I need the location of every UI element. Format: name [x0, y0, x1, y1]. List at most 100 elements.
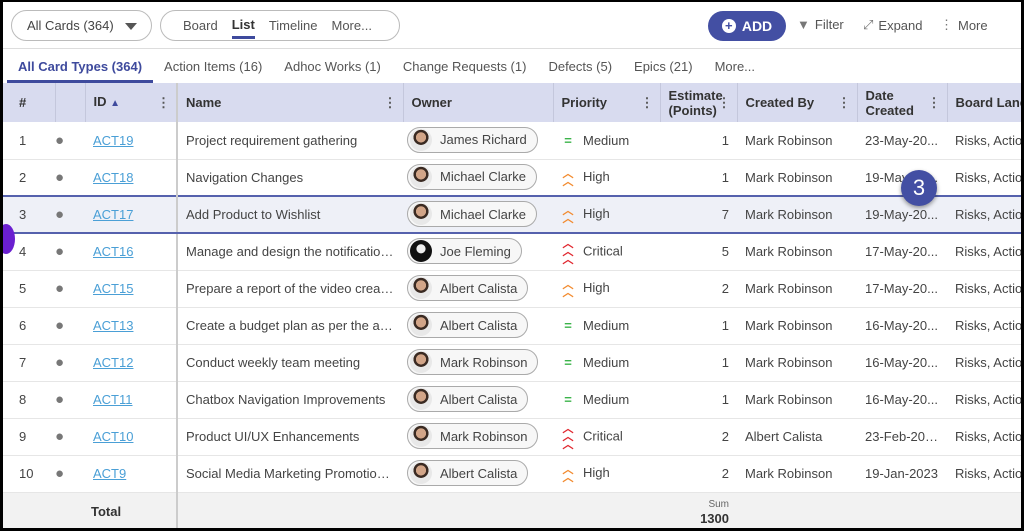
col-name[interactable]: Name ⋮	[177, 83, 404, 122]
card-type-icon: ●	[55, 455, 85, 493]
col-date-created[interactable]: Date Created ⋮	[857, 83, 948, 122]
tab-all-card-types[interactable]: All Card Types (364)	[7, 49, 154, 83]
priority-cell: = Medium	[553, 307, 660, 345]
priority-label: High	[583, 465, 610, 481]
priority-label: High	[583, 206, 610, 222]
card-id-link[interactable]: ACT16	[93, 244, 133, 259]
date-created: 16-May-20...	[857, 344, 947, 382]
col-type	[55, 83, 86, 122]
view-list[interactable]: List	[231, 13, 255, 39]
board-lane: Risks, Action	[947, 195, 1021, 234]
tab-epics[interactable]: Epics (21)	[623, 49, 704, 83]
table-row[interactable]: 10 ● ACT9 Social Media Marketing Promotiona…	[3, 455, 1021, 493]
row-number: 1	[3, 122, 55, 160]
col-owner[interactable]: Owner	[403, 83, 554, 122]
plus-icon: +	[721, 19, 736, 33]
col-estimate[interactable]: Estimate (Points) ⋮	[660, 83, 738, 122]
card-id-link[interactable]: ACT19	[93, 133, 133, 148]
owner-chip[interactable]: Albert Calista	[407, 460, 529, 486]
card-id-link[interactable]: ACT13	[93, 318, 133, 333]
col-board-lane[interactable]: Board Lane	[947, 83, 1021, 122]
col-num[interactable]: #	[3, 83, 56, 122]
priority-high-icon: ︿ ︿	[562, 463, 574, 484]
sum-label: Sum	[708, 498, 729, 510]
estimate: 5	[660, 233, 737, 271]
owner-name: Albert Calista	[440, 317, 518, 333]
column-menu-icon[interactable]: ⋮	[718, 95, 731, 110]
card-id-link[interactable]: ACT10	[93, 429, 133, 444]
owner-chip[interactable]: Albert Calista	[407, 312, 529, 338]
card-id-link[interactable]: ACT17	[93, 207, 133, 222]
priority-label: Medium	[583, 392, 630, 407]
tab-change-requests[interactable]: Change Requests (1)	[392, 49, 538, 83]
table-row[interactable]: 2 ● ACT18 Navigation Changes Michael Clarke ︿…	[3, 159, 1021, 197]
filter-button[interactable]: ▼ Filter	[797, 17, 844, 32]
owner-chip[interactable]: Michael Clarke	[407, 201, 537, 227]
card-id-link[interactable]: ACT9	[93, 466, 126, 481]
view-board[interactable]: Board	[183, 14, 218, 37]
column-menu-icon[interactable]: ⋮	[157, 95, 170, 110]
table-row[interactable]: 9 ● ACT10 Product UI/UX Enhancements Mark Ro…	[3, 418, 1021, 456]
board-lane: Risks, Action	[947, 122, 1021, 160]
card-id-link[interactable]: ACT15	[93, 281, 133, 296]
more-label: More	[958, 17, 988, 33]
priority-medium-icon: =	[564, 318, 572, 333]
more-button[interactable]: ⋮ More	[940, 17, 988, 33]
card-name: Project requirement gathering	[177, 122, 403, 160]
created-by: Mark Robinson	[737, 270, 857, 308]
card-type-icon: ●	[55, 307, 85, 345]
owner-chip[interactable]: Joe Fleming	[407, 238, 522, 265]
date-created: 16-May-20...	[857, 307, 947, 345]
owner-chip[interactable]: Michael Clarke	[407, 163, 537, 190]
row-number: 6	[3, 307, 55, 345]
app-frame: All Cards (364) Board List Timeline More…	[3, 2, 1021, 528]
board-lane: Risks, Action	[947, 455, 1021, 493]
view-more[interactable]: More...	[331, 14, 371, 37]
card-name: Prepare a report of the video creatio...	[177, 270, 403, 308]
table-row[interactable]: 7 ● ACT12 Conduct weekly team meeting Mark R…	[3, 344, 1021, 382]
expand-icon: ⤢	[863, 17, 874, 32]
date-created: 23-May-20...	[857, 122, 947, 160]
owner-name: Michael Clarke	[440, 169, 526, 185]
card-name: Add Product to Wishlist	[177, 195, 403, 234]
expand-button[interactable]: ⤢ Expand	[863, 17, 923, 33]
table-row[interactable]: 6 ● ACT13 Create a budget plan as per the a…	[3, 307, 1021, 345]
owner-chip[interactable]: Mark Robinson	[407, 349, 539, 375]
column-menu-icon[interactable]: ⋮	[838, 95, 851, 110]
priority-cell: = Medium	[553, 344, 660, 382]
card-filter-dropdown[interactable]: All Cards (364)	[11, 10, 152, 41]
tab-action-items[interactable]: Action Items (16)	[153, 49, 273, 83]
estimate: 7	[660, 195, 737, 234]
column-menu-icon[interactable]: ⋮	[928, 95, 941, 110]
card-id-link[interactable]: ACT11	[93, 392, 133, 407]
view-timeline[interactable]: Timeline	[269, 14, 318, 37]
card-name: Manage and design the notifications...	[177, 233, 403, 271]
col-id[interactable]: ID ▲ ⋮	[85, 83, 178, 122]
owner-chip[interactable]: Mark Robinson	[407, 423, 539, 449]
date-created: 16-May-20...	[857, 381, 947, 419]
priority-label: Critical	[583, 427, 623, 443]
card-id-link[interactable]: ACT12	[93, 355, 133, 370]
table-row[interactable]: 8 ● ACT11 Chatbox Navigation Improvements Al…	[3, 381, 1021, 419]
sum-value: 1300	[700, 510, 729, 526]
table-row[interactable]: 1 ● ACT19 Project requirement gathering Jame…	[3, 122, 1021, 160]
table-row[interactable]: 4 ● ACT16 Manage and design the notificatio…	[3, 233, 1021, 271]
row-number: 8	[3, 381, 55, 419]
tab-defects[interactable]: Defects (5)	[537, 49, 623, 83]
filter-label: Filter	[814, 17, 844, 32]
col-created-by[interactable]: Created By ⋮	[737, 83, 858, 122]
estimate: 2	[660, 418, 737, 456]
total-label: Total	[85, 492, 178, 528]
col-priority[interactable]: Priority ⋮	[553, 83, 661, 122]
add-button[interactable]: + ADD	[708, 11, 786, 41]
tab-more-[interactable]: More...	[704, 49, 766, 83]
tab-adhoc-works[interactable]: Adhoc Works (1)	[273, 49, 392, 83]
card-id-link[interactable]: ACT18	[93, 170, 133, 185]
column-menu-icon[interactable]: ⋮	[384, 95, 397, 110]
column-menu-icon[interactable]: ⋮	[641, 95, 654, 110]
owner-chip[interactable]: James Richard	[407, 126, 538, 153]
owner-chip[interactable]: Albert Calista	[407, 386, 529, 412]
owner-chip[interactable]: Albert Calista	[407, 275, 529, 301]
table-row[interactable]: 3 ● ACT17 Add Product to Wishlist Michael Cl…	[3, 195, 1021, 234]
table-row[interactable]: 5 ● ACT15 Prepare a report of the video cre…	[3, 270, 1021, 308]
